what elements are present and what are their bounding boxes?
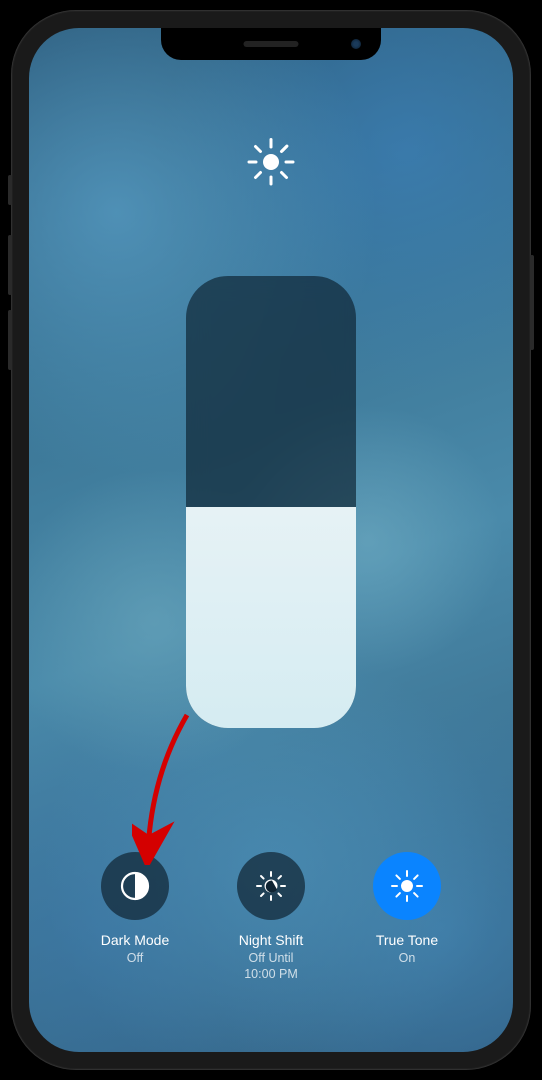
dark-mode-control: Dark Mode Off bbox=[75, 852, 195, 983]
brightness-sun-icon bbox=[247, 138, 295, 186]
brightness-panel: Dark Mode Off bbox=[29, 28, 513, 1052]
brightness-slider[interactable] bbox=[186, 276, 356, 728]
true-tone-icon bbox=[390, 869, 424, 903]
screen: Dark Mode Off bbox=[29, 28, 513, 1052]
night-shift-icon bbox=[254, 869, 288, 903]
volume-up-button bbox=[8, 235, 12, 295]
silence-switch bbox=[8, 175, 12, 205]
night-shift-button[interactable] bbox=[237, 852, 305, 920]
display-controls-row: Dark Mode Off bbox=[29, 852, 513, 983]
power-button bbox=[530, 255, 534, 350]
dark-mode-icon bbox=[118, 869, 152, 903]
true-tone-button[interactable] bbox=[373, 852, 441, 920]
brightness-fill bbox=[186, 507, 356, 728]
speaker bbox=[244, 41, 299, 47]
dark-mode-status: Off bbox=[127, 950, 143, 966]
night-shift-status: Off Until 10:00 PM bbox=[244, 950, 298, 983]
night-shift-control: Night Shift Off Until 10:00 PM bbox=[211, 852, 331, 983]
dark-mode-button[interactable] bbox=[101, 852, 169, 920]
true-tone-status: On bbox=[399, 950, 416, 966]
true-tone-label: True Tone bbox=[376, 932, 438, 948]
notch bbox=[161, 28, 381, 60]
volume-down-button bbox=[8, 310, 12, 370]
night-shift-label: Night Shift bbox=[239, 932, 304, 948]
front-camera bbox=[351, 39, 361, 49]
phone-frame: Dark Mode Off bbox=[11, 10, 531, 1070]
true-tone-control: True Tone On bbox=[347, 852, 467, 983]
dark-mode-label: Dark Mode bbox=[101, 932, 169, 948]
